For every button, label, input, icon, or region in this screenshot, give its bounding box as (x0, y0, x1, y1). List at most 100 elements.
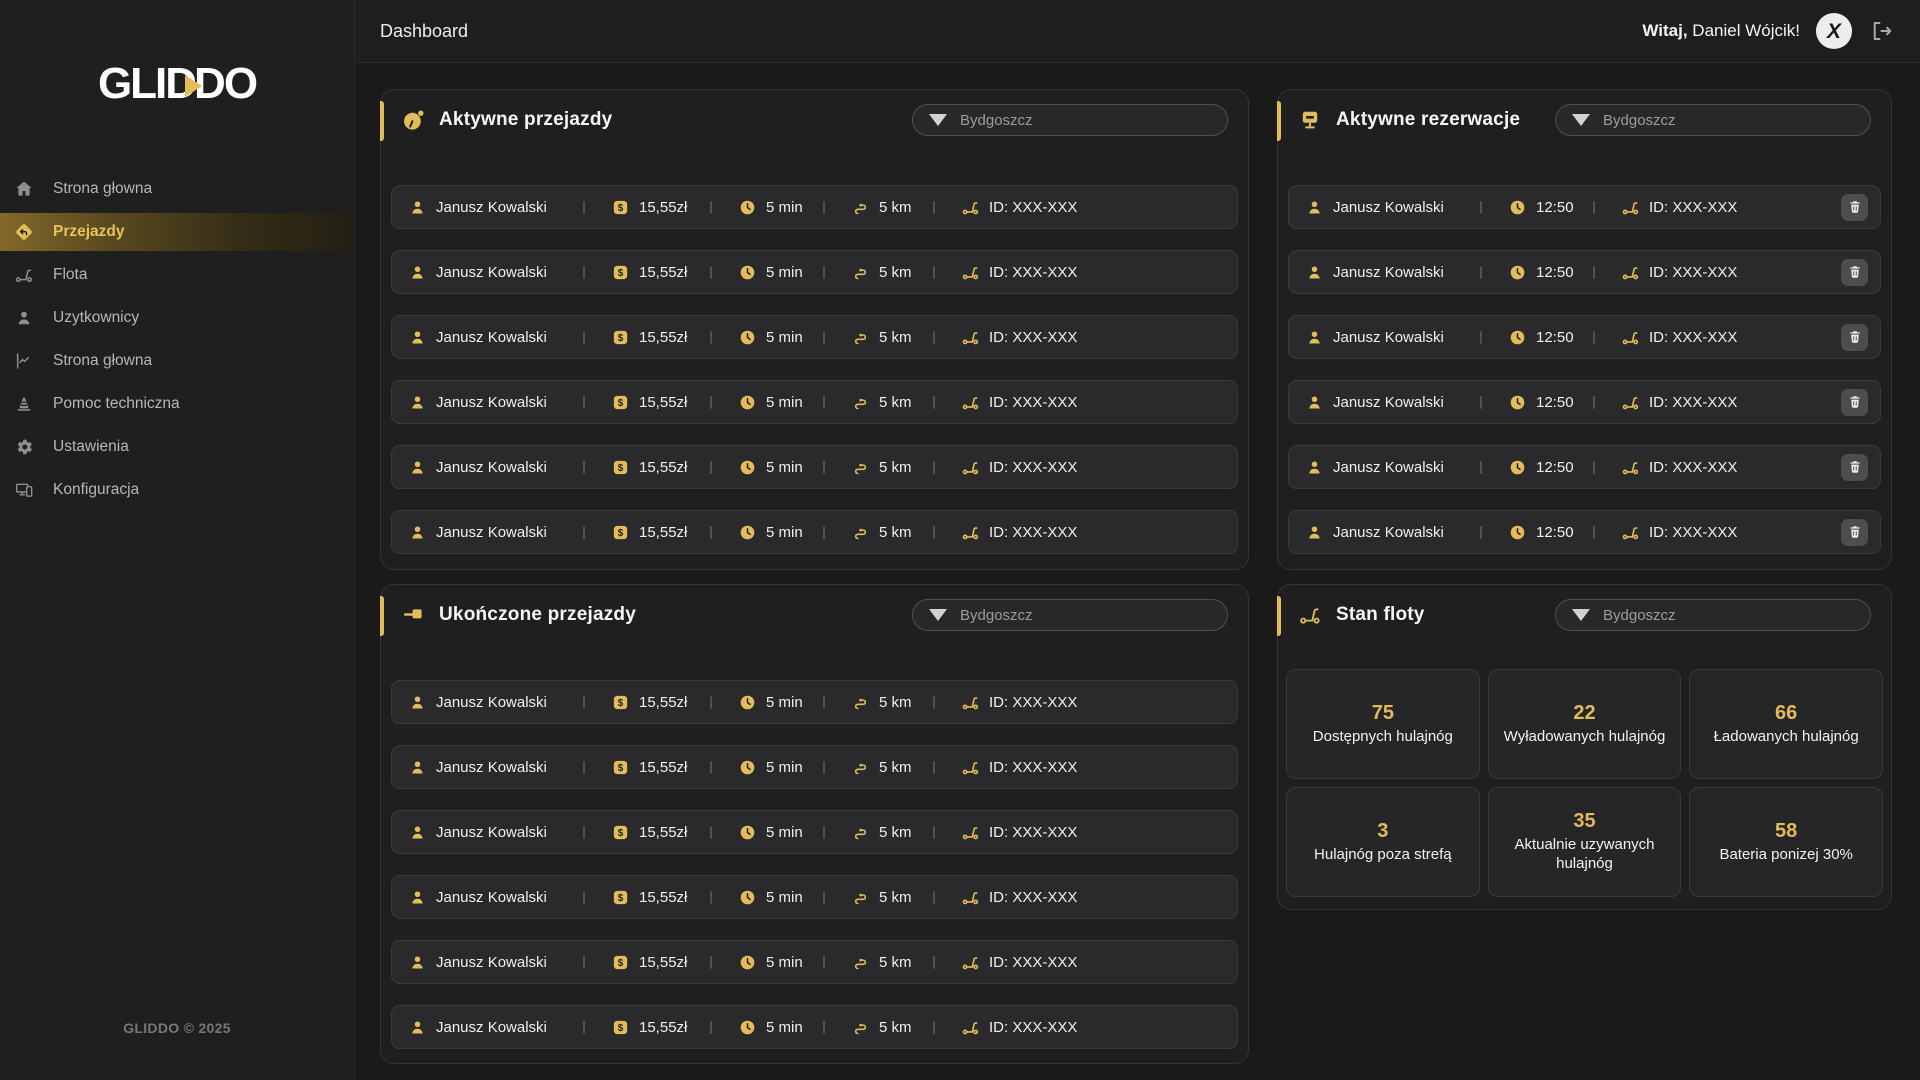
scooter-icon (961, 458, 980, 477)
price-icon: $ (611, 328, 630, 347)
sidebar-item-flota[interactable]: Flota (0, 256, 354, 294)
nav-item-label: Przejazdy (53, 223, 125, 241)
scooter-id: ID: XXX-XXX (1649, 459, 1737, 476)
panel-accent-bar (380, 596, 384, 636)
stat-card-adowanych-hulajn-g: 66 Ładowanych hulajnóg (1689, 669, 1883, 779)
completed-ride-row: Janusz Kowalski $15,55zł 5 min 5 km ID: … (391, 810, 1238, 854)
person-icon (408, 523, 427, 542)
nav-item-icon (14, 179, 34, 199)
sidebar-item-strona-g-owna[interactable]: Strona głowna (0, 170, 354, 208)
panel-title: Aktywne rezerwacje (1336, 109, 1520, 131)
svg-text:X: X (1826, 20, 1842, 43)
scooter-id: ID: XXX-XXX (1649, 394, 1737, 411)
rider-name: Janusz Kowalski (1333, 199, 1444, 216)
clock-icon (738, 263, 757, 282)
nav-item-label: Pomoc techniczna (53, 395, 180, 413)
scooter-id: ID: XXX-XXX (989, 459, 1077, 476)
separator (710, 761, 712, 774)
route-icon (851, 458, 870, 477)
separator (1593, 396, 1595, 409)
svg-text:$: $ (618, 528, 624, 539)
reservation-time: 12:50 (1536, 524, 1574, 541)
sidebar-item-przejazdy[interactable]: Przejazdy (0, 213, 354, 251)
person-icon (408, 328, 427, 347)
sidebar-item-ustawienia[interactable]: Ustawienia (0, 428, 354, 466)
city-dropdown[interactable]: Bydgoszcz (1555, 104, 1871, 136)
reservation-row: Janusz Kowalski 12:50 ID: XXX-XXX (1288, 185, 1881, 229)
stat-label: Hulajnóg poza strefą (1314, 846, 1452, 865)
price-icon: $ (611, 523, 630, 542)
topbar-right: Witaj, Daniel Wójcik! X (1642, 12, 1894, 50)
sidebar-item-konfiguracja[interactable]: Konfiguracja (0, 471, 354, 509)
nav-item-icon (14, 351, 34, 371)
ride-distance: 5 km (879, 329, 912, 346)
scooter-id: ID: XXX-XXX (989, 889, 1077, 906)
person-icon (1305, 458, 1324, 477)
rider-name: Janusz Kowalski (436, 824, 547, 841)
nav-item-label: Ustawienia (53, 438, 129, 456)
separator (710, 696, 712, 709)
city-dropdown[interactable]: Bydgoszcz (912, 599, 1228, 631)
scooter-icon (961, 693, 980, 712)
delete-reservation-button[interactable] (1841, 519, 1868, 546)
main-area: Dashboard Witaj, Daniel Wójcik! X Aktywn… (355, 0, 1920, 1080)
city-dropdown[interactable]: Bydgoszcz (912, 104, 1228, 136)
stat-label: Ładowanych hulajnóg (1714, 728, 1859, 747)
scooter-id: ID: XXX-XXX (989, 524, 1077, 541)
scooter-icon (961, 758, 980, 777)
ride-price: 15,55zł (639, 199, 687, 216)
separator (583, 891, 585, 904)
stat-value: 75 (1372, 702, 1394, 725)
fleet-stats-grid: 75 Dostępnych hulajnóg 22 Wyładowanych h… (1286, 669, 1883, 897)
separator (710, 396, 712, 409)
avatar[interactable]: X (1815, 12, 1853, 50)
separator (583, 696, 585, 709)
scooter-icon (961, 328, 980, 347)
delete-reservation-button[interactable] (1841, 259, 1868, 286)
ride-distance: 5 km (879, 759, 912, 776)
clock-icon (738, 1018, 757, 1037)
greeting-bold: Witaj, (1642, 21, 1687, 40)
separator (823, 956, 825, 969)
reservation-row: Janusz Kowalski 12:50 ID: XXX-XXX (1288, 445, 1881, 489)
delete-reservation-button[interactable] (1841, 194, 1868, 221)
panel-title: Stan floty (1336, 604, 1425, 626)
ride-price: 15,55zł (639, 1019, 687, 1036)
rider-name: Janusz Kowalski (436, 759, 547, 776)
ride-distance: 5 km (879, 824, 912, 841)
panel-header: Ukończone przejazdy Bydgoszcz (381, 585, 1248, 635)
separator (583, 826, 585, 839)
ride-price: 15,55zł (639, 759, 687, 776)
separator (583, 761, 585, 774)
clock-icon (738, 693, 757, 712)
logout-icon[interactable] (1868, 18, 1894, 44)
person-icon (1305, 198, 1324, 217)
separator (1593, 266, 1595, 279)
separator (933, 696, 935, 709)
ride-row: Janusz Kowalski $15,55zł 5 min 5 km ID: … (391, 185, 1238, 229)
trash-icon (1847, 394, 1863, 410)
separator (1480, 526, 1482, 539)
route-icon (851, 1018, 870, 1037)
panel-title: Ukończone przejazdy (439, 604, 636, 626)
delete-reservation-button[interactable] (1841, 324, 1868, 351)
topbar: Dashboard Witaj, Daniel Wójcik! X (355, 0, 1920, 63)
stat-value: 22 (1573, 702, 1595, 725)
city-dropdown-value: Bydgoszcz (960, 607, 1033, 624)
city-dropdown[interactable]: Bydgoszcz (1555, 599, 1871, 631)
ride-time: 5 min (766, 199, 803, 216)
city-dropdown-value: Bydgoszcz (960, 112, 1033, 129)
delete-reservation-button[interactable] (1841, 389, 1868, 416)
sidebar-item-uzytkownicy[interactable]: Uzytkownicy (0, 299, 354, 337)
city-dropdown-value: Bydgoszcz (1603, 607, 1676, 624)
delete-reservation-button[interactable] (1841, 454, 1868, 481)
person-icon (408, 953, 427, 972)
price-icon: $ (611, 458, 630, 477)
caret-down-icon (929, 114, 947, 126)
sidebar-item-strona-g-owna[interactable]: Strona głowna (0, 342, 354, 380)
panel-title: Aktywne przejazdy (439, 109, 612, 131)
ride-time: 5 min (766, 824, 803, 841)
route-icon (851, 328, 870, 347)
person-icon (408, 458, 427, 477)
sidebar-item-pomoc-techniczna[interactable]: Pomoc techniczna (0, 385, 354, 423)
